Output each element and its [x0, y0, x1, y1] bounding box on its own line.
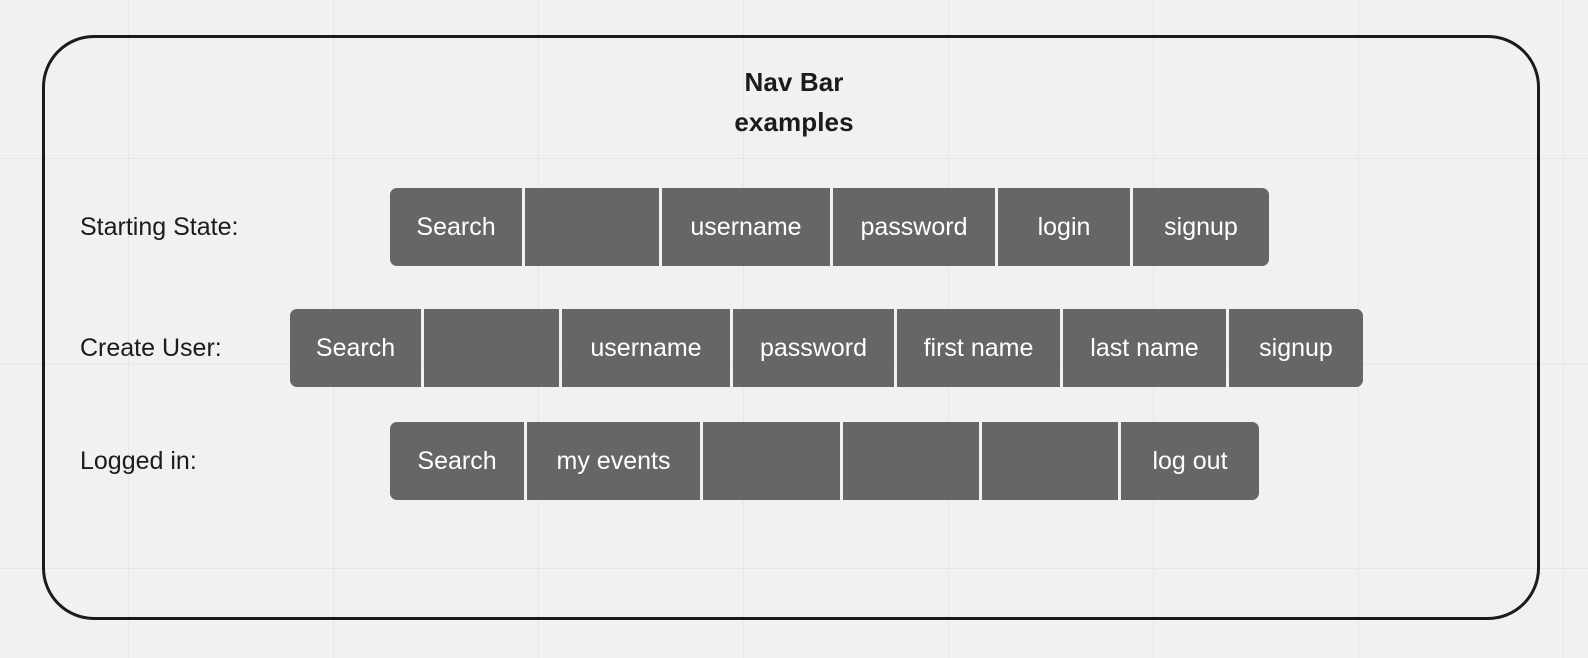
nav-cell-password[interactable]: password: [833, 188, 995, 266]
nav-cell-search[interactable]: Search: [390, 422, 524, 500]
diagram-title: Nav Bar examples: [0, 62, 1588, 142]
nav-cell-empty[interactable]: [525, 188, 659, 266]
nav-cell-log-out[interactable]: log out: [1121, 422, 1259, 500]
nav-row-starting-state: Starting State: Search username password…: [0, 188, 1588, 266]
nav-cell-empty[interactable]: [424, 309, 559, 387]
navbar-starting-state: Search username password login signup: [390, 188, 1269, 266]
nav-cell-last-name[interactable]: last name: [1063, 309, 1226, 387]
row-label-starting-state: Starting State:: [80, 213, 239, 241]
nav-cell-my-events[interactable]: my events: [527, 422, 700, 500]
nav-cell-username[interactable]: username: [662, 188, 830, 266]
nav-cell-signup[interactable]: signup: [1133, 188, 1269, 266]
nav-cell-empty[interactable]: [843, 422, 979, 500]
diagram-title-line-1: Nav Bar: [744, 67, 844, 97]
nav-cell-empty[interactable]: [982, 422, 1118, 500]
row-label-create-user: Create User:: [80, 334, 222, 362]
nav-cell-login[interactable]: login: [998, 188, 1130, 266]
nav-row-create-user: Create User: Search username password fi…: [0, 309, 1588, 387]
navbar-logged-in: Search my events log out: [390, 422, 1259, 500]
nav-cell-password[interactable]: password: [733, 309, 894, 387]
navbar-create-user: Search username password first name last…: [290, 309, 1363, 387]
diagram-title-line-2: examples: [734, 107, 854, 137]
nav-cell-username[interactable]: username: [562, 309, 730, 387]
row-label-logged-in: Logged in:: [80, 447, 197, 475]
nav-cell-first-name[interactable]: first name: [897, 309, 1060, 387]
nav-row-logged-in: Logged in: Search my events log out: [0, 422, 1588, 500]
nav-cell-search[interactable]: Search: [290, 309, 421, 387]
diagram-content: Nav Bar examples Starting State: Search …: [0, 0, 1588, 658]
nav-cell-search[interactable]: Search: [390, 188, 522, 266]
nav-cell-empty[interactable]: [703, 422, 840, 500]
nav-cell-signup[interactable]: signup: [1229, 309, 1363, 387]
